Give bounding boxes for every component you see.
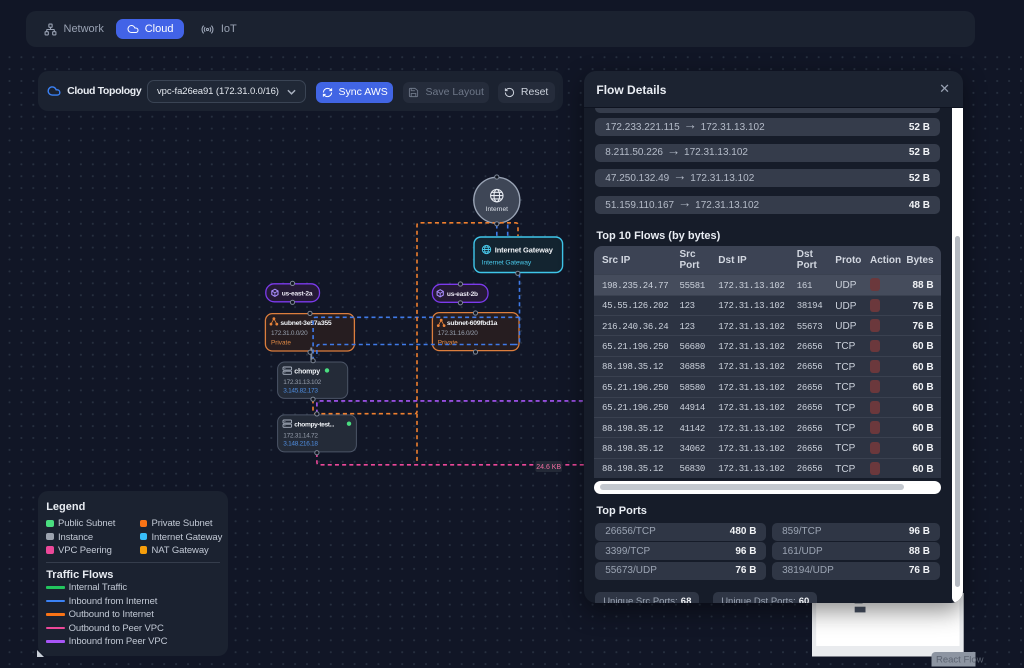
svg-text:chompy-test...: chompy-test...	[294, 422, 334, 429]
svg-text:Internet: Internet	[486, 206, 509, 213]
svg-text:Internet Gateway: Internet Gateway	[482, 260, 532, 267]
svg-text:172.31.13.102: 172.31.13.102	[283, 379, 321, 386]
svg-text:us-east-2b: us-east-2b	[447, 291, 478, 298]
svg-text:172.31.0.0/20: 172.31.0.0/20	[271, 330, 308, 337]
svg-text:3.148.216.18: 3.148.216.18	[283, 441, 318, 448]
svg-text:172.31.14.72: 172.31.14.72	[283, 432, 318, 439]
svg-text:Private: Private	[271, 339, 291, 346]
svg-text:React Flow: React Flow	[936, 655, 984, 666]
svg-text:Internet Gateway: Internet Gateway	[495, 245, 554, 254]
svg-text:subnet-609fbd1a: subnet-609fbd1a	[447, 320, 498, 327]
svg-text:chompy: chompy	[294, 368, 320, 375]
svg-text:172.31.16.0/20: 172.31.16.0/20	[438, 330, 478, 337]
svg-text:3.145.82.173: 3.145.82.173	[283, 388, 318, 395]
svg-text:subnet-3e57a355: subnet-3e57a355	[280, 320, 332, 327]
svg-text:24.6 KB: 24.6 KB	[536, 464, 561, 471]
svg-text:us-east-2a: us-east-2a	[282, 290, 313, 297]
